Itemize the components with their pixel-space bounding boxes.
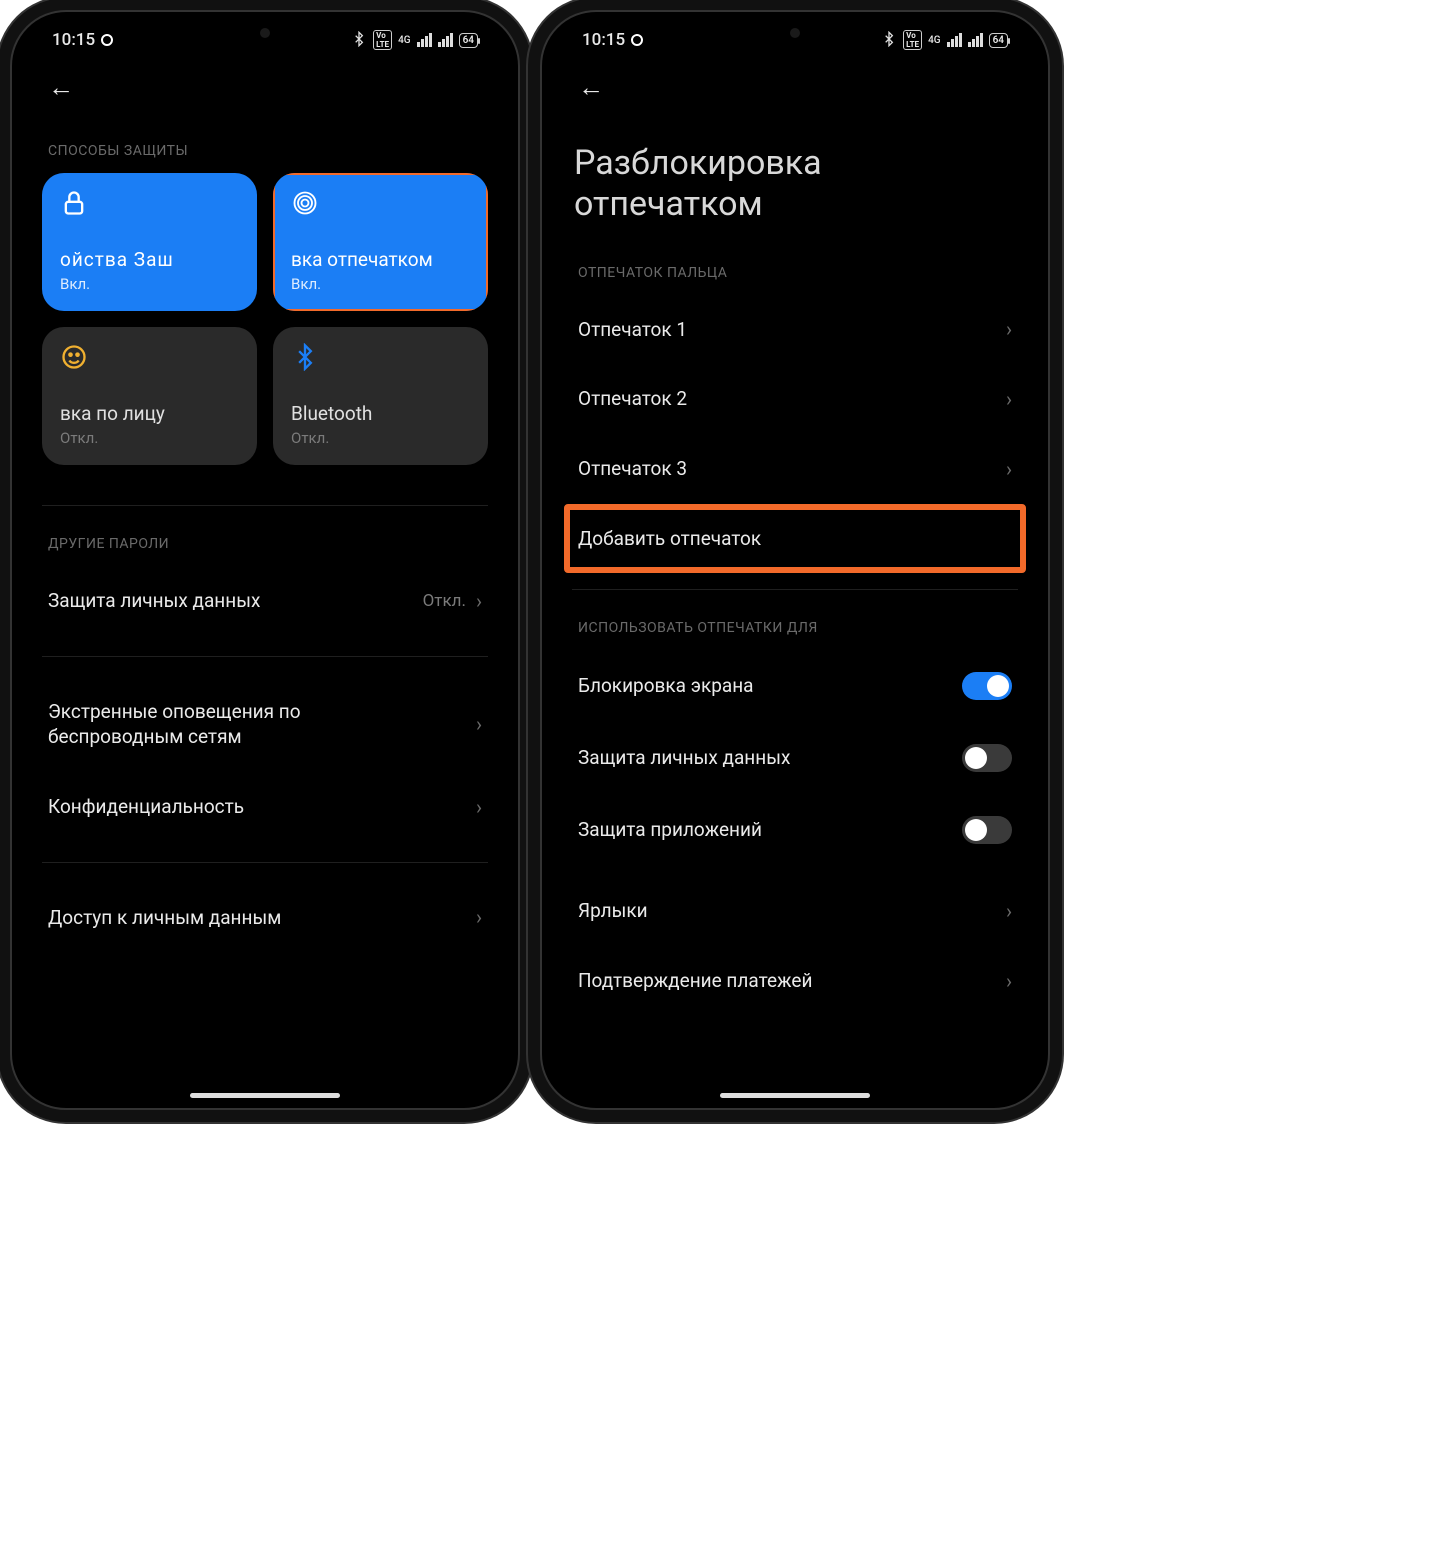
back-button[interactable]: ← bbox=[42, 54, 488, 113]
row-label: Отпечаток 2 bbox=[578, 386, 687, 412]
battery-icon: 64 bbox=[989, 33, 1008, 48]
row-payment-confirm[interactable]: Подтверждение платежей › bbox=[572, 946, 1018, 1016]
row-label: Подтверждение платежей bbox=[578, 968, 812, 994]
signal-icon bbox=[417, 33, 432, 47]
divider bbox=[42, 656, 488, 657]
toggle-switch[interactable] bbox=[962, 672, 1012, 700]
chevron-right-icon: › bbox=[476, 712, 482, 736]
toggle-switch[interactable] bbox=[962, 816, 1012, 844]
row-fingerprint-1[interactable]: Отпечаток 1 › bbox=[572, 295, 1018, 365]
row-label: Защита личных данных bbox=[48, 588, 260, 614]
chevron-right-icon: › bbox=[1006, 317, 1012, 341]
bluetooth-icon bbox=[351, 31, 367, 50]
row-add-fingerprint[interactable]: Добавить отпечаток bbox=[572, 504, 1018, 574]
home-indicator[interactable] bbox=[190, 1093, 340, 1098]
row-lock-screen-toggle[interactable]: Блокировка экрана bbox=[572, 650, 1018, 722]
card-status: Вкл. bbox=[291, 275, 470, 293]
card-title: Bluetooth bbox=[291, 402, 470, 425]
row-label: Конфиденциальность bbox=[48, 794, 244, 820]
page-title: Разблокировка отпечатком bbox=[572, 113, 1018, 235]
divider bbox=[42, 862, 488, 863]
chevron-right-icon: › bbox=[476, 589, 482, 613]
row-fingerprint-3[interactable]: Отпечаток 3 › bbox=[572, 434, 1018, 504]
status-circle-icon bbox=[631, 34, 643, 46]
toggle-switch[interactable] bbox=[962, 744, 1012, 772]
bluetooth-icon bbox=[881, 31, 897, 50]
network-label: 4G bbox=[928, 35, 941, 46]
back-button[interactable]: ← bbox=[572, 54, 1018, 113]
face-icon bbox=[60, 343, 88, 371]
row-value: Откл. bbox=[423, 591, 466, 611]
signal-icon bbox=[947, 33, 962, 47]
row-app-protection-toggle[interactable]: Защита приложений bbox=[572, 794, 1018, 866]
fingerprint-icon bbox=[291, 189, 319, 217]
card-bluetooth-unlock[interactable]: Bluetooth Откл. bbox=[273, 327, 488, 465]
phone-right: 10:15 VoLTE 4G 64 ← Разблокировка отпеча… bbox=[540, 10, 1050, 1110]
card-status: Вкл. bbox=[60, 275, 239, 293]
row-label: Ярлыки bbox=[578, 898, 648, 924]
card-title: вка отпечатком bbox=[291, 248, 470, 271]
row-label: Блокировка экрана bbox=[578, 673, 754, 699]
card-title: вка по лицу bbox=[60, 402, 239, 425]
volte-icon: VoLTE bbox=[903, 30, 922, 50]
status-time: 10:15 bbox=[52, 30, 95, 50]
row-label: Защита приложений bbox=[578, 817, 762, 843]
card-fingerprint-unlock[interactable]: вка отпечатком Вкл. bbox=[273, 173, 488, 311]
row-confidentiality[interactable]: Конфиденциальность › bbox=[42, 772, 488, 842]
protection-cards: ойства Заш Вкл. вка отпечатком Вкл. вка … bbox=[42, 173, 488, 465]
camera-notch bbox=[790, 28, 800, 38]
row-fingerprint-2[interactable]: Отпечаток 2 › bbox=[572, 364, 1018, 434]
section-header-use-for: ИСПОЛЬЗОВАТЬ ОТПЕЧАТКИ ДЛЯ bbox=[572, 590, 1018, 650]
card-title: ойства Заш bbox=[60, 248, 239, 271]
arrow-left-icon: ← bbox=[578, 73, 604, 103]
battery-icon: 64 bbox=[459, 33, 478, 48]
signal-icon-2 bbox=[438, 33, 453, 47]
chevron-right-icon: › bbox=[476, 905, 482, 929]
network-label: 4G bbox=[398, 35, 411, 46]
section-header-fingerprint: ОТПЕЧАТОК ПАЛЬЦА bbox=[572, 235, 1018, 295]
row-personal-data-access[interactable]: Доступ к личным данным › bbox=[42, 883, 488, 953]
row-label: Отпечаток 3 bbox=[578, 456, 687, 482]
home-indicator[interactable] bbox=[720, 1093, 870, 1098]
card-status: Откл. bbox=[291, 429, 470, 447]
row-shortcuts[interactable]: Ярлыки › bbox=[572, 876, 1018, 946]
bluetooth-icon bbox=[291, 343, 319, 371]
status-circle-icon bbox=[101, 34, 113, 46]
card-status: Откл. bbox=[60, 429, 239, 447]
status-time: 10:15 bbox=[582, 30, 625, 50]
arrow-left-icon: ← bbox=[48, 73, 74, 103]
phone-left: 10:15 VoLTE 4G 64 ← СПОСОБЫ ЗАЩИТЫ ойств… bbox=[10, 10, 520, 1110]
row-emergency-alerts[interactable]: Экстренные оповещения по беспроводным се… bbox=[42, 677, 488, 772]
chevron-right-icon: › bbox=[1006, 899, 1012, 923]
section-header-other: ДРУГИЕ ПАРОЛИ bbox=[42, 506, 488, 566]
row-label: Доступ к личным данным bbox=[48, 905, 281, 931]
chevron-right-icon: › bbox=[1006, 969, 1012, 993]
row-label: Отпечаток 1 bbox=[578, 317, 687, 343]
chevron-right-icon: › bbox=[1006, 387, 1012, 411]
section-header-protection: СПОСОБЫ ЗАЩИТЫ bbox=[42, 113, 488, 173]
card-face-unlock[interactable]: вка по лицу Откл. bbox=[42, 327, 257, 465]
row-label: Добавить отпечаток bbox=[578, 526, 761, 552]
volte-icon: VoLTE bbox=[373, 30, 392, 50]
row-label: Защита личных данных bbox=[578, 745, 790, 771]
lock-icon bbox=[60, 189, 88, 217]
card-device-lock[interactable]: ойства Заш Вкл. bbox=[42, 173, 257, 311]
row-privacy-toggle[interactable]: Защита личных данных bbox=[572, 722, 1018, 794]
camera-notch bbox=[260, 28, 270, 38]
chevron-right-icon: › bbox=[1006, 457, 1012, 481]
signal-icon-2 bbox=[968, 33, 983, 47]
row-label: Экстренные оповещения по беспроводным се… bbox=[48, 699, 378, 750]
row-privacy-protection[interactable]: Защита личных данных Откл. › bbox=[42, 566, 488, 636]
chevron-right-icon: › bbox=[476, 795, 482, 819]
